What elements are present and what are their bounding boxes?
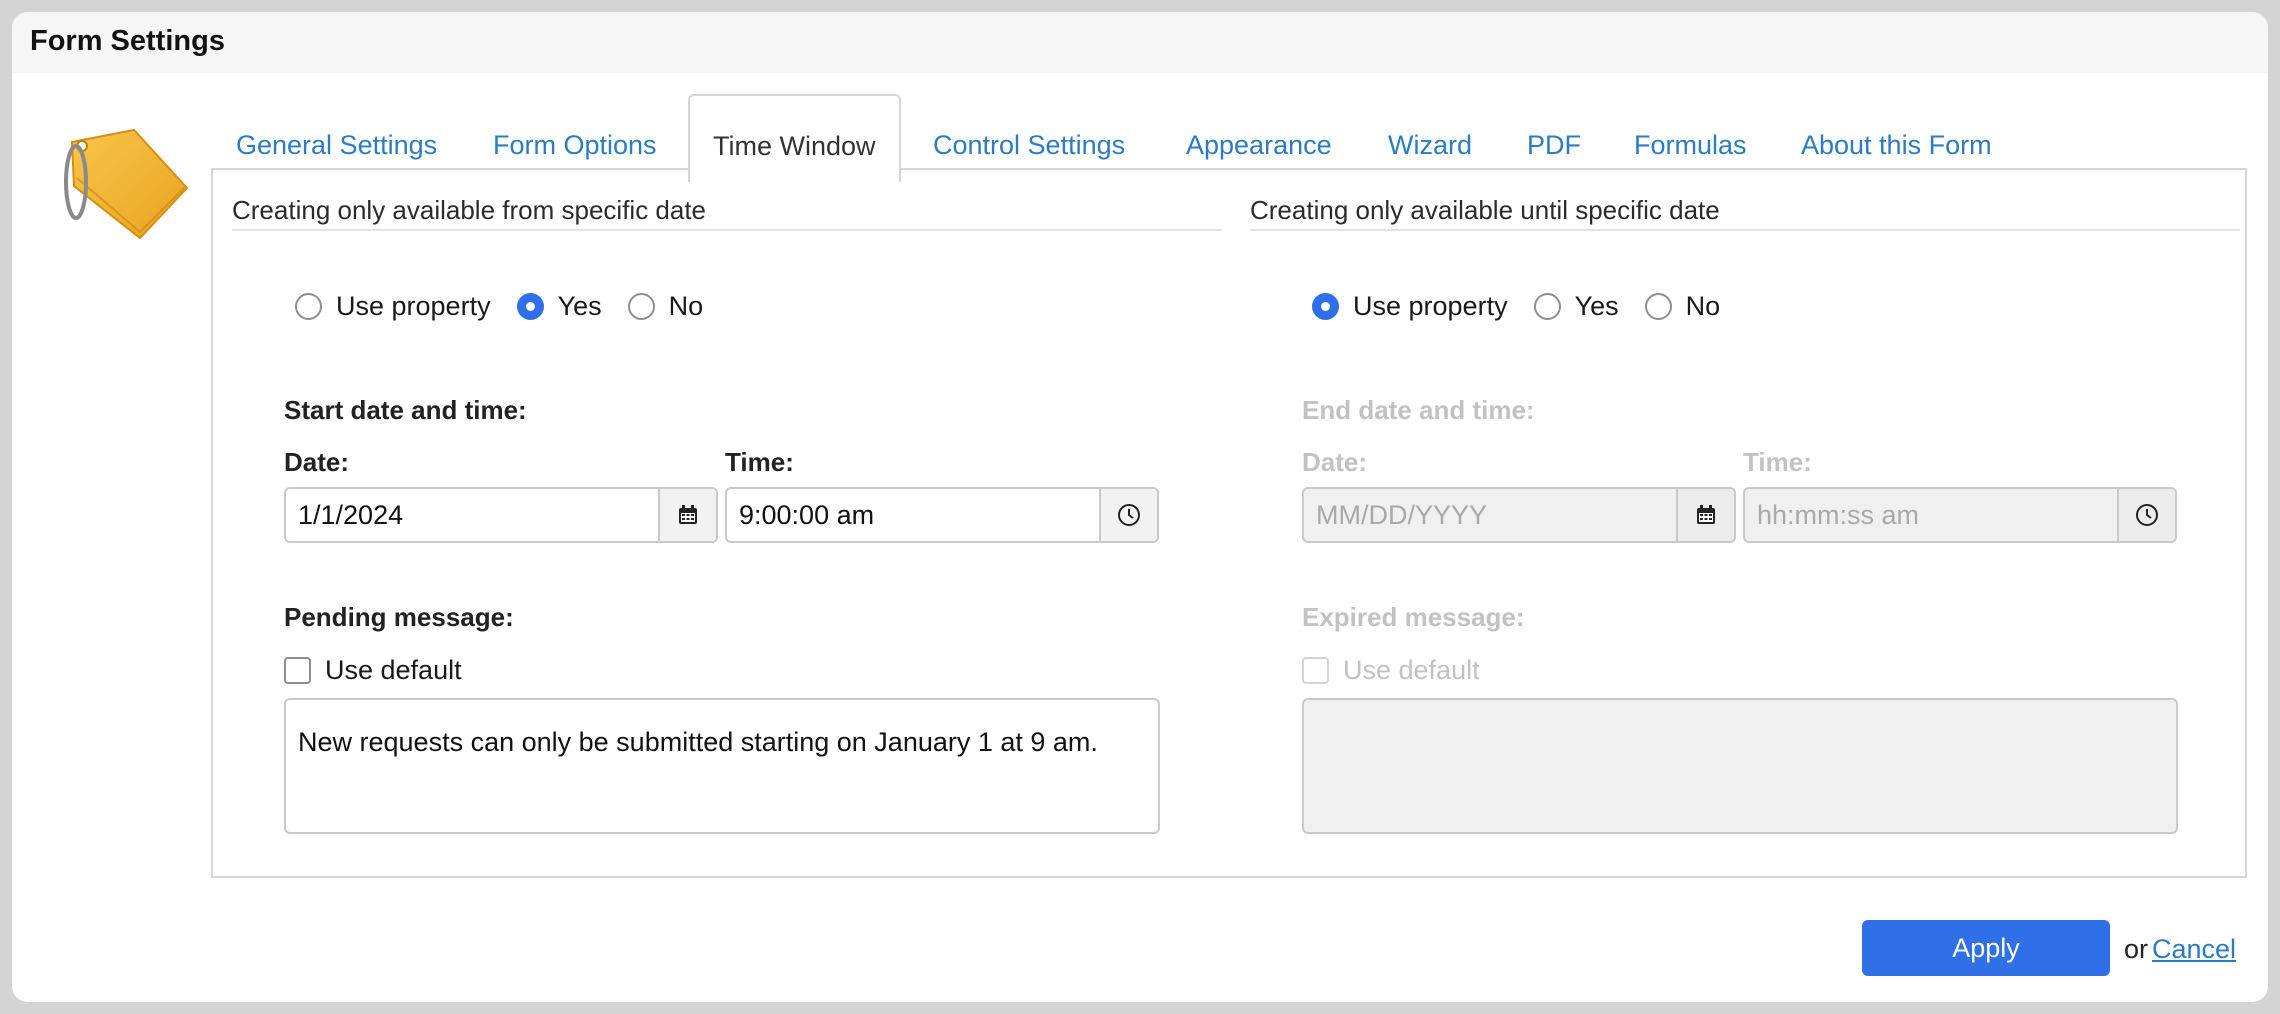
end-datetime-heading: End date and time: <box>1302 395 1535 425</box>
end-radio-no[interactable]: No <box>1644 291 1720 322</box>
tag-icon <box>64 128 189 240</box>
pending-message-label: Pending message: <box>284 602 514 632</box>
start-radio-yes[interactable]: Yes <box>516 291 602 322</box>
calendar-icon <box>1697 505 1715 524</box>
start-radio-use-property[interactable]: Use property <box>295 291 491 322</box>
start-date-input[interactable] <box>286 489 658 541</box>
end-radio-use-property[interactable]: Use property <box>1312 291 1508 322</box>
end-section-title: Creating only available until specific d… <box>1250 195 1720 225</box>
or-text: or <box>2124 934 2149 964</box>
form-settings-dialog: Form Settings General Settings Form Opti… <box>12 12 2268 1002</box>
end-radio-yes[interactable]: Yes <box>1533 291 1619 322</box>
checkbox-box[interactable] <box>284 657 311 684</box>
end-time-field <box>1743 487 2177 543</box>
start-section-divider <box>232 229 1222 231</box>
start-radio-no[interactable]: No <box>627 291 703 322</box>
end-date-label: Date: <box>1302 447 1368 477</box>
expired-message-textarea <box>1302 698 2178 834</box>
end-time-label: Time: <box>1743 447 1812 477</box>
clock-icon <box>2136 504 2158 526</box>
tab-time-window[interactable]: Time Window <box>688 94 901 182</box>
end-time-input <box>1745 489 2117 541</box>
radio-circle[interactable] <box>1533 293 1561 320</box>
end-date-input <box>1304 489 1676 541</box>
checkbox-box <box>1302 657 1329 684</box>
start-time-field <box>725 487 1159 543</box>
end-use-default-checkbox: Use default <box>1302 655 1480 686</box>
expired-message-label: Expired message: <box>1302 602 1525 632</box>
start-use-default-checkbox[interactable]: Use default <box>284 655 462 686</box>
start-time-label: Time: <box>725 447 794 477</box>
end-radio-group: Use property Yes No <box>1312 291 1746 322</box>
start-datetime-heading: Start date and time: <box>284 395 527 425</box>
radio-circle-selected[interactable] <box>516 293 544 320</box>
apply-button[interactable]: Apply <box>1862 920 2110 976</box>
end-date-field <box>1302 487 1736 543</box>
start-date-picker-button[interactable] <box>658 489 716 541</box>
start-section-title: Creating only available from specific da… <box>232 195 707 225</box>
radio-circle-selected[interactable] <box>1312 293 1339 320</box>
end-section-divider <box>1250 229 2240 231</box>
clock-icon <box>1118 504 1140 526</box>
cancel-link[interactable]: Cancel <box>2152 934 2236 965</box>
dialog-title: Form Settings <box>30 25 225 57</box>
calendar-icon <box>679 505 697 524</box>
radio-circle[interactable] <box>627 293 655 320</box>
start-time-picker-button[interactable] <box>1099 489 1157 541</box>
title-bar: Form Settings <box>12 12 2268 73</box>
end-time-picker-button <box>2117 489 2175 541</box>
end-date-picker-button <box>1676 489 1734 541</box>
start-date-label: Date: <box>284 447 350 477</box>
start-date-field <box>284 487 718 543</box>
pending-message-textarea[interactable]: New requests can only be submitted start… <box>284 698 1160 834</box>
start-radio-group: Use property Yes No <box>295 291 729 322</box>
radio-circle[interactable] <box>1644 293 1672 320</box>
radio-circle[interactable] <box>295 293 322 320</box>
start-time-input[interactable] <box>727 489 1099 541</box>
